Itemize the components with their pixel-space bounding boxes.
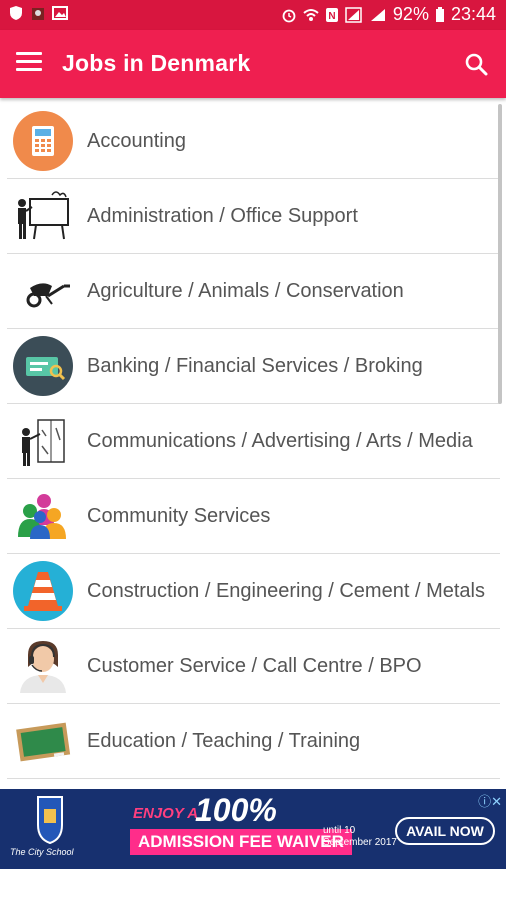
list-item-label: Communications / Advertising / Arts / Me… <box>87 429 473 452</box>
list-item[interactable]: Administration / Office Support <box>7 179 500 254</box>
ad-info-icon[interactable]: ⓘ✕ <box>478 791 502 810</box>
search-icon[interactable] <box>464 52 488 76</box>
shield-icon <box>10 6 22 20</box>
hamburger-icon[interactable] <box>16 52 42 74</box>
ad-until-text: until 10 September 2017 <box>323 825 397 848</box>
alarm-icon <box>282 9 296 22</box>
ad-banner[interactable]: The City School ENJOY A 100% ADMISSION F… <box>0 789 506 869</box>
avail-now-button[interactable]: AVAIL NOW <box>395 817 495 845</box>
battery-percent: 92% <box>392 4 429 24</box>
list-item[interactable]: Community Services <box>7 479 500 554</box>
ad-percent-text: 100% <box>195 792 277 828</box>
list-item[interactable]: Education / Teaching / Training <box>7 704 500 779</box>
battery-icon <box>435 6 444 22</box>
list-item[interactable]: Accounting <box>7 104 500 179</box>
traffic-cone-icon <box>13 561 73 621</box>
list-item-label: Agriculture / Animals / Conservation <box>87 279 404 302</box>
scrollbar[interactable] <box>498 104 502 404</box>
signal-icon <box>345 6 362 23</box>
list-item-label: Accounting <box>87 129 186 152</box>
calculator-icon <box>13 111 73 171</box>
school-name: The City School <box>10 847 74 857</box>
wheelbarrow-icon <box>26 283 70 308</box>
painter-icon <box>22 419 65 466</box>
list-item[interactable]: Customer Service / Call Centre / BPO <box>7 629 500 704</box>
ad-enjoy-text: ENJOY A <box>133 805 199 822</box>
ad-waiver-text: ADMISSION FEE WAIVER <box>130 829 352 855</box>
app-bar: Jobs in Denmark <box>0 30 506 98</box>
svg-text:N: N <box>328 11 335 22</box>
people-icon <box>18 494 66 539</box>
page-title: Jobs in Denmark <box>62 50 251 76</box>
list-item-label: Administration / Office Support <box>87 204 358 227</box>
status-bar: N 92% 23:44 <box>0 0 506 30</box>
signal-icon <box>370 8 385 21</box>
rabbit-icon <box>32 8 44 20</box>
list-item[interactable]: Banking / Financial Services / Broking <box>7 329 500 404</box>
list-item-label: Banking / Financial Services / Broking <box>87 354 423 377</box>
presentation-icon <box>18 191 69 240</box>
list-item-label: Customer Service / Call Centre / BPO <box>87 654 422 677</box>
nfc-icon: N <box>325 7 338 22</box>
list-item-label: Community Services <box>87 504 271 527</box>
category-list: Accounting Administration / Office Suppo… <box>0 104 500 779</box>
list-item-label: Construction / Engineering / Cement / Me… <box>87 579 485 602</box>
list-item[interactable]: Construction / Engineering / Cement / Me… <box>7 554 500 629</box>
headset-agent-icon <box>20 641 66 693</box>
list-item-label: Education / Teaching / Training <box>87 729 361 752</box>
image-icon <box>52 6 68 20</box>
wifi-icon <box>303 8 319 21</box>
list-item[interactable]: Communications / Advertising / Arts / Me… <box>7 404 500 479</box>
credit-card-icon <box>13 336 73 396</box>
clock: 23:44 <box>450 4 496 24</box>
chalkboard-icon <box>16 722 71 762</box>
list-item[interactable]: Agriculture / Animals / Conservation <box>7 254 500 329</box>
